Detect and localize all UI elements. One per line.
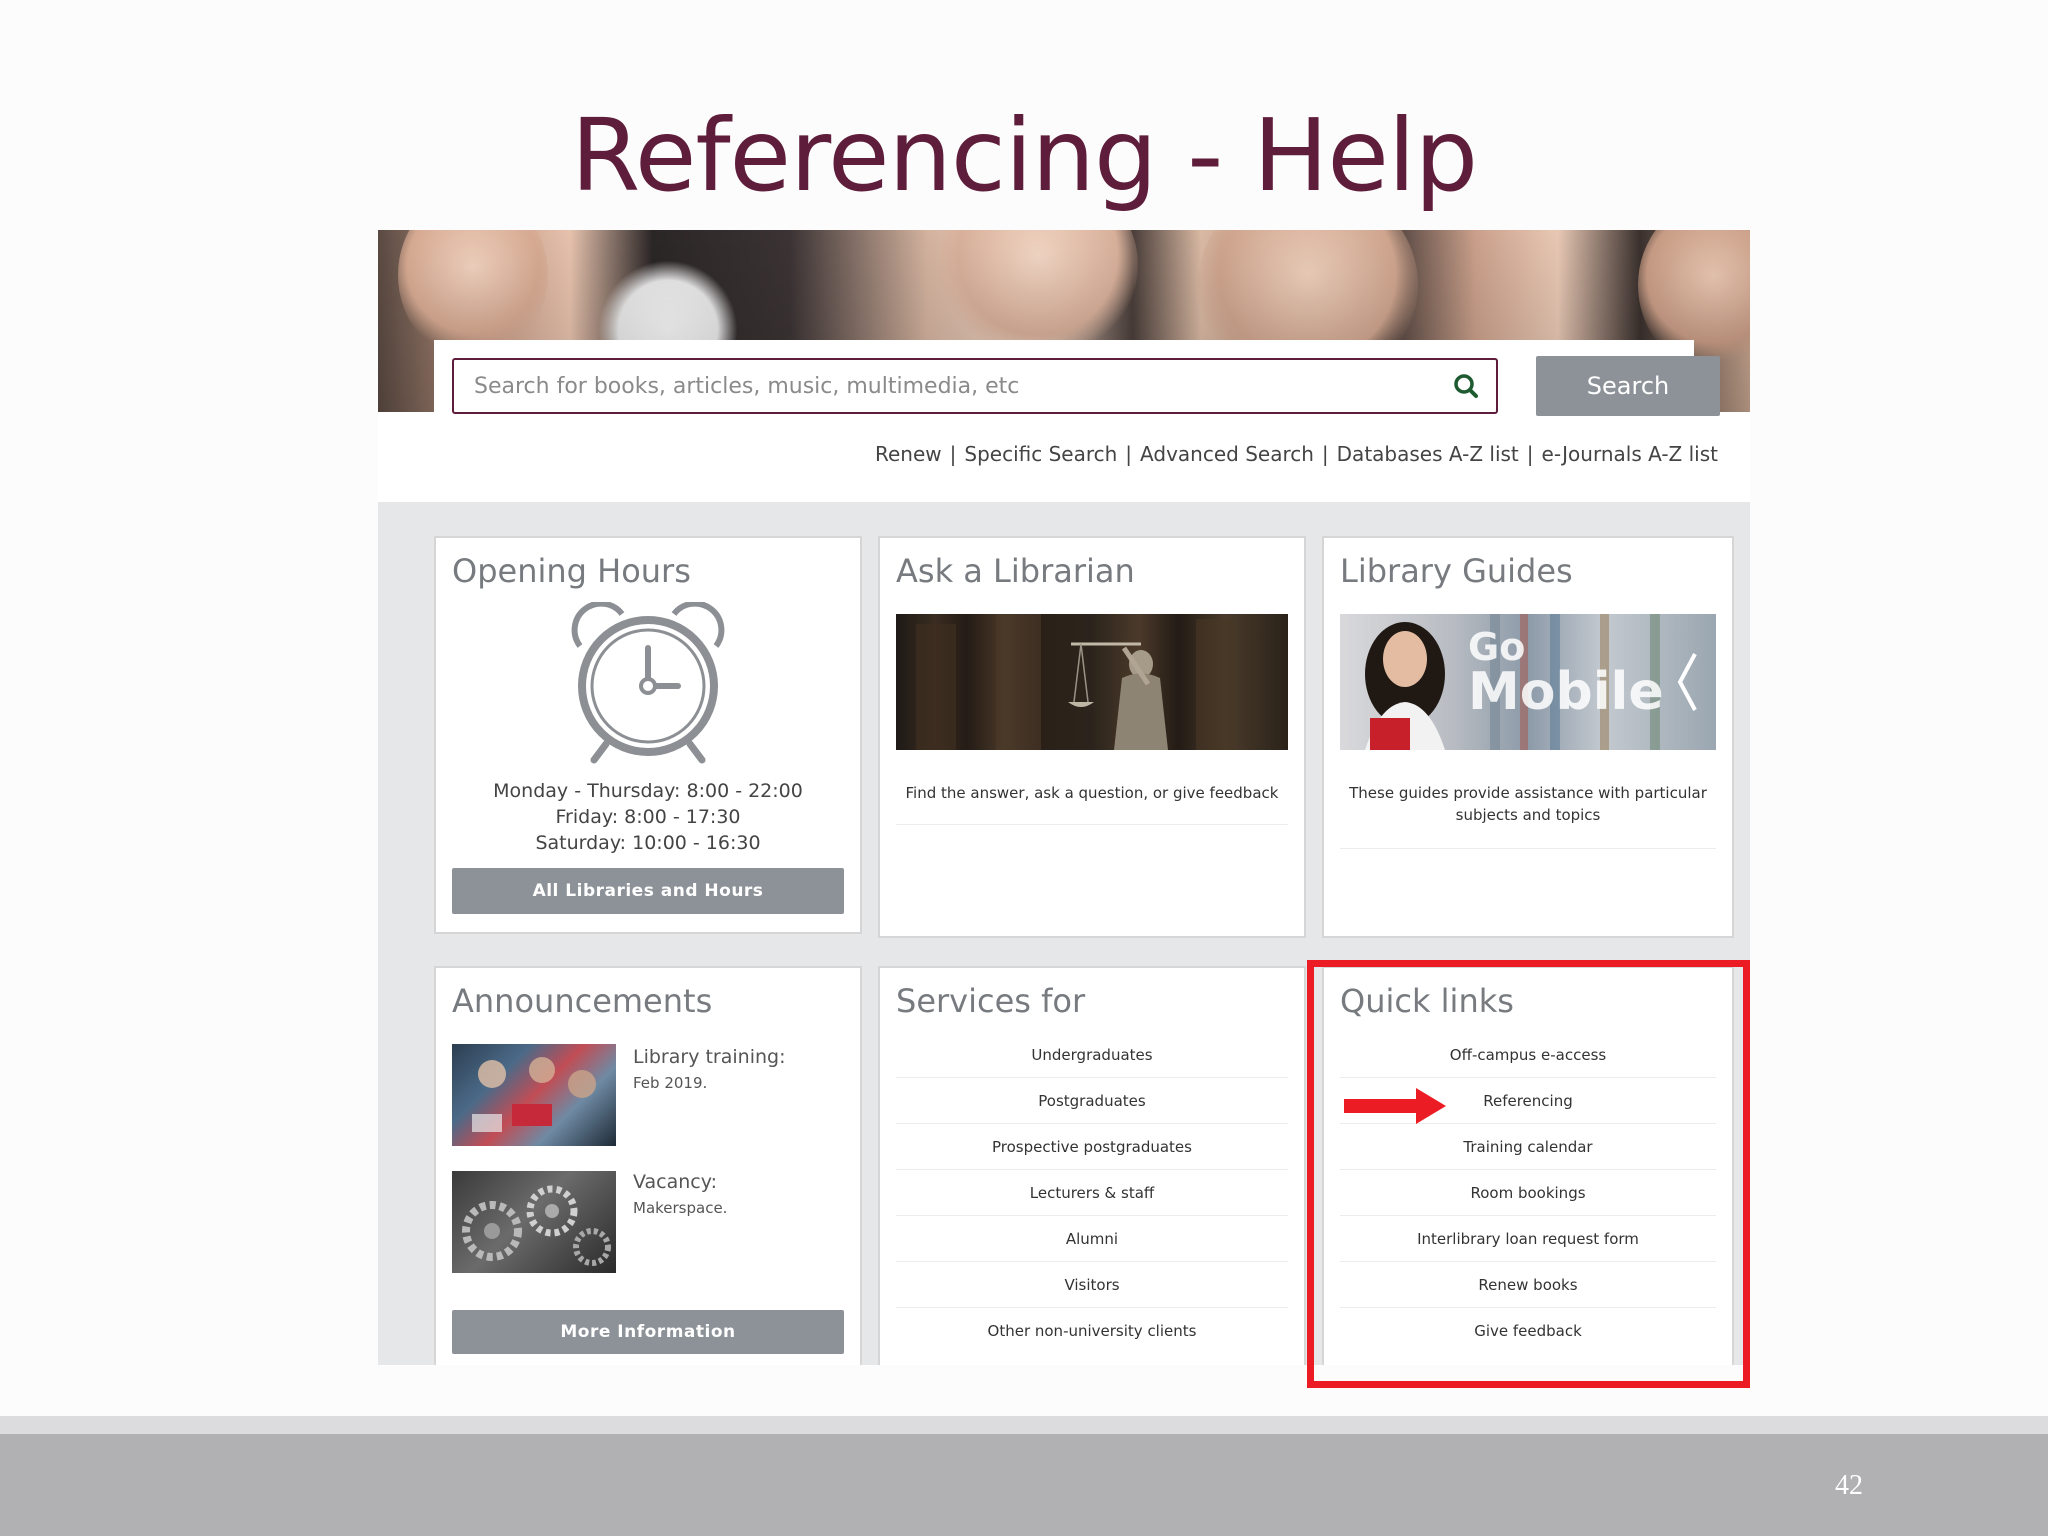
services-link-undergraduates[interactable]: Undergraduates xyxy=(896,1032,1288,1077)
hours-line: Saturday: 10:00 - 16:30 xyxy=(535,832,761,854)
announcement-subtitle: Feb 2019. xyxy=(633,1074,708,1092)
separator: | xyxy=(1321,442,1329,466)
nav-link-databases[interactable]: Databases A-Z list xyxy=(1337,442,1519,466)
announcement-item[interactable]: Vacancy: Makerspace. xyxy=(452,1171,848,1281)
search-box xyxy=(452,358,1498,414)
footer-band xyxy=(0,1416,2048,1434)
all-libraries-button[interactable]: All Libraries and Hours xyxy=(452,868,844,914)
go-mobile-text: Go Mobile xyxy=(1468,625,1664,722)
services-for-card: Services for Undergraduates Postgraduate… xyxy=(878,966,1306,1365)
services-link-postgraduates[interactable]: Postgraduates xyxy=(896,1077,1288,1123)
opening-hours-card: Opening Hours Monday - Thursday: 8:00 - … xyxy=(434,536,862,934)
card-title: Announcements xyxy=(452,982,713,1020)
announcement-title[interactable]: Vacancy: xyxy=(633,1171,717,1193)
card-title: Library Guides xyxy=(1340,552,1573,590)
services-link-visitors[interactable]: Visitors xyxy=(896,1261,1288,1307)
go-mobile-image[interactable]: Go Mobile xyxy=(1340,614,1716,750)
nav-link-renew[interactable]: Renew xyxy=(875,442,942,466)
announcement-subtitle: Makerspace. xyxy=(633,1199,728,1217)
card-title: Opening Hours xyxy=(452,552,691,590)
red-arrow-icon xyxy=(1344,1086,1446,1130)
services-link-prospective-postgraduates[interactable]: Prospective postgraduates xyxy=(896,1123,1288,1169)
gears-photo[interactable] xyxy=(452,1171,616,1273)
services-link-alumni[interactable]: Alumni xyxy=(896,1215,1288,1261)
hours-line: Friday: 8:00 - 17:30 xyxy=(555,806,741,828)
card-caption: Find the answer, ask a question, or give… xyxy=(905,784,1279,802)
search-button[interactable]: Search xyxy=(1536,356,1720,416)
announcement-title[interactable]: Library training: xyxy=(633,1046,785,1068)
justice-statue-image[interactable] xyxy=(896,614,1288,750)
search-panel: Search xyxy=(434,340,1720,420)
alarm-clock-icon xyxy=(566,600,730,766)
divider xyxy=(1340,848,1716,849)
card-caption: These guides provide assistance with par… xyxy=(1349,784,1707,824)
services-list: Undergraduates Postgraduates Prospective… xyxy=(896,1032,1288,1353)
nav-link-advanced-search[interactable]: Advanced Search xyxy=(1140,442,1314,466)
search-icon[interactable] xyxy=(1446,366,1486,406)
announcements-card: Announcements Library training: Feb 2019… xyxy=(434,966,862,1365)
separator: | xyxy=(1526,442,1534,466)
card-title: Services for xyxy=(896,982,1086,1020)
ask-librarian-card[interactable]: Ask a Librarian Find the answer, ask a q… xyxy=(878,536,1306,938)
announcement-item[interactable]: Library training: Feb 2019. xyxy=(452,1044,848,1154)
services-link-lecturers-staff[interactable]: Lecturers & staff xyxy=(896,1169,1288,1215)
nav-link-specific-search[interactable]: Specific Search xyxy=(964,442,1117,466)
highlight-box xyxy=(1307,960,1750,1388)
slide-footer xyxy=(0,1434,2048,1536)
card-title: Ask a Librarian xyxy=(896,552,1135,590)
hours-line: Monday - Thursday: 8:00 - 22:00 xyxy=(493,780,803,802)
separator: | xyxy=(949,442,957,466)
library-guides-card[interactable]: Library Guides Go Mobile These guides pr… xyxy=(1322,536,1734,938)
nav-link-ejournals[interactable]: e-Journals A-Z list xyxy=(1542,442,1718,466)
training-photo[interactable] xyxy=(452,1044,616,1146)
separator: | xyxy=(1125,442,1133,466)
divider xyxy=(896,824,1288,825)
search-input[interactable] xyxy=(454,360,1446,412)
page-number: 42 xyxy=(1835,1470,1863,1501)
services-link-other-clients[interactable]: Other non-university clients xyxy=(896,1307,1288,1353)
more-information-button[interactable]: More Information xyxy=(452,1310,844,1354)
slide-title: Referencing - Help xyxy=(570,97,1478,214)
quick-nav: Renew | Specific Search | Advanced Search | Da… xyxy=(875,442,1718,466)
